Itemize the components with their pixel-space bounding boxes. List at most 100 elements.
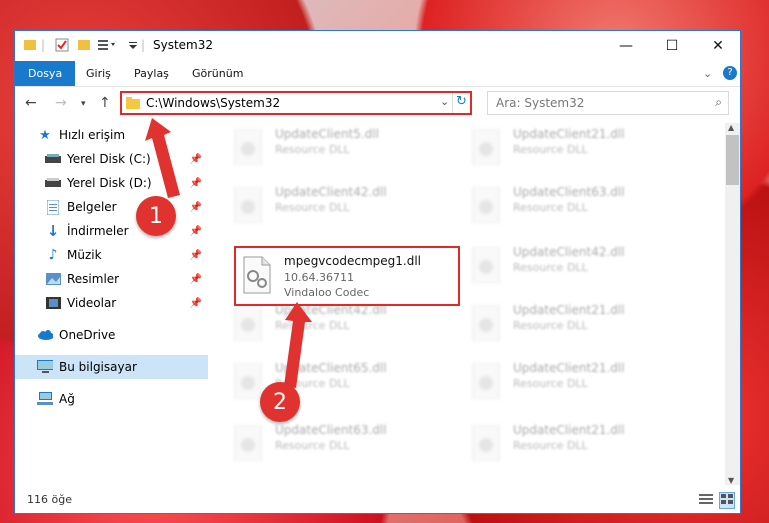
vertical-scrollbar[interactable]: ▲ ▼	[725, 123, 740, 485]
sidebar-item-quick-access[interactable]: ★ Hızlı erişim	[15, 123, 208, 147]
dll-file-icon	[242, 256, 272, 297]
recent-locations-icon[interactable]: ▾	[81, 99, 86, 109]
dll-file-icon	[471, 304, 501, 342]
pin-icon[interactable]: 📌	[190, 202, 202, 213]
help-icon[interactable]: ?	[723, 66, 737, 80]
dll-file-icon	[233, 186, 263, 224]
file-name: mpegvcodecmpeg1.dll	[284, 254, 421, 268]
computer-icon	[37, 359, 53, 375]
address-path: C:\Windows\System32	[146, 96, 281, 110]
item-count: 116 öğe	[27, 493, 72, 506]
scrollbar-thumb[interactable]	[726, 135, 739, 185]
list-item[interactable]: UpdateClient21.dll Resource DLL	[463, 419, 683, 469]
list-item[interactable]: UpdateClient21.dll Resource DLL	[463, 299, 683, 349]
close-button[interactable]: ✕	[695, 31, 741, 61]
tab-share[interactable]: Paylaş	[134, 61, 169, 86]
pictures-icon	[45, 271, 61, 287]
drive-icon	[45, 151, 61, 167]
quick-access-menu-icon[interactable]	[97, 38, 119, 54]
dll-file-icon	[471, 128, 501, 166]
list-item[interactable]: UpdateClient21.dll Resource DLL	[463, 123, 683, 173]
pin-icon[interactable]: 📌	[190, 298, 202, 309]
step-badge-1: 1	[136, 196, 176, 236]
selected-file-item[interactable]: mpegvcodecmpeg1.dll 10.64.36711 Vindaloo…	[234, 246, 460, 306]
folder-icon	[23, 38, 37, 54]
ribbon-tabs: Dosya Giriş Paylaş Görünüm ⌄ ?	[15, 61, 740, 87]
back-arrow-icon[interactable]: ←	[25, 95, 37, 111]
list-item[interactable]: UpdateClient21.dll Resource DLL	[463, 357, 683, 407]
sidebar-item-onedrive[interactable]: OneDrive	[15, 323, 208, 347]
explorer-window: | | System32 — ☐ ✕ Dosya Giriş Paylaş Gö…	[14, 30, 741, 514]
pin-icon[interactable]: 📌	[190, 154, 202, 165]
separator: |	[141, 38, 146, 52]
sidebar-item-local-disk-d[interactable]: Yerel Disk (D:) 📌	[15, 171, 208, 195]
title-bar: | | System32 — ☐ ✕	[15, 31, 740, 61]
dll-file-icon	[233, 304, 263, 342]
sidebar-item-downloads[interactable]: ↓ İndirmeler 📌	[15, 219, 208, 243]
sidebar-item-videos[interactable]: Videolar 📌	[15, 291, 208, 315]
sidebar-item-this-pc[interactable]: Bu bilgisayar	[15, 355, 208, 379]
sidebar-item-local-disk-c[interactable]: Yerel Disk (C:) 📌	[15, 147, 208, 171]
cloud-icon	[37, 327, 53, 343]
tab-file[interactable]: Dosya	[15, 61, 76, 86]
dll-file-icon	[471, 246, 501, 284]
navigation-bar: ← → ▾ ↑ C:\Windows\System32 ⌄ ↻ Ara: Sys…	[15, 87, 740, 120]
window-title: System32	[153, 38, 214, 52]
tab-view[interactable]: Görünüm	[192, 61, 243, 86]
star-icon: ★	[39, 127, 51, 143]
tab-home[interactable]: Giriş	[86, 61, 111, 86]
navigation-pane: ★ Hızlı erişim Yerel Disk (C:) 📌 Yerel D…	[15, 123, 208, 485]
forward-arrow-icon[interactable]: →	[55, 95, 67, 111]
dll-file-icon	[471, 424, 501, 462]
file-description: Vindaloo Codec	[284, 286, 370, 299]
network-icon	[37, 391, 53, 407]
address-dropdown-icon[interactable]: ⌄	[440, 95, 449, 108]
new-folder-icon[interactable]	[77, 38, 91, 54]
dll-file-icon	[471, 362, 501, 400]
sidebar-item-music[interactable]: ♪ Müzik 📌	[15, 243, 208, 267]
pin-icon[interactable]: 📌	[190, 178, 202, 189]
folder-icon	[126, 97, 140, 113]
pin-icon[interactable]: 📌	[190, 250, 202, 261]
list-item[interactable]: UpdateClient5.dll Resource DLL	[225, 123, 445, 173]
separator: |	[41, 38, 46, 52]
video-icon	[45, 295, 61, 311]
document-icon	[45, 199, 61, 215]
ribbon-expand-icon[interactable]: ⌄	[703, 67, 712, 80]
refresh-icon[interactable]: ↻	[456, 94, 467, 109]
sidebar-item-pictures[interactable]: Resimler 📌	[15, 267, 208, 291]
dll-file-icon	[471, 186, 501, 224]
list-item[interactable]: UpdateClient65.dll Resource DLL	[225, 357, 445, 407]
dll-file-icon	[233, 362, 263, 400]
pin-icon[interactable]: 📌	[190, 274, 202, 285]
download-icon: ↓	[46, 222, 60, 240]
list-item[interactable]: UpdateClient63.dll Resource DLL	[225, 419, 445, 469]
list-item[interactable]: UpdateClient42.dll Resource DLL	[463, 241, 683, 291]
search-placeholder: Ara: System32	[496, 96, 585, 110]
properties-icon[interactable]	[55, 38, 69, 54]
search-input[interactable]: Ara: System32 ⌕	[487, 91, 729, 115]
sidebar-item-documents[interactable]: Belgeler 📌	[15, 195, 208, 219]
scroll-down-icon[interactable]: ▼	[728, 476, 734, 485]
address-bar[interactable]: C:\Windows\System32 ⌄ ↻	[120, 91, 472, 115]
list-item[interactable]: UpdateClient42.dll Resource DLL	[225, 181, 445, 231]
pin-icon[interactable]: 📌	[190, 226, 202, 237]
customize-toolbar-icon[interactable]	[127, 38, 139, 54]
step-badge-2: 2	[260, 382, 300, 422]
details-view-icon[interactable]	[699, 493, 713, 508]
dll-file-icon	[233, 424, 263, 462]
status-bar: 116 öğe	[15, 487, 740, 513]
music-icon: ♪	[48, 247, 58, 263]
search-icon[interactable]: ⌕	[715, 95, 722, 110]
up-arrow-icon[interactable]: ↑	[99, 95, 111, 111]
list-item[interactable]: UpdateClient63.dll Resource DLL	[463, 181, 683, 231]
scroll-up-icon[interactable]: ▲	[728, 123, 734, 132]
list-item[interactable]: UpdateClient42.dll Resource DLL	[225, 299, 445, 349]
file-version: 10.64.36711	[284, 271, 354, 284]
drive-icon	[45, 175, 61, 191]
dll-file-icon	[233, 128, 263, 166]
large-icons-view-icon[interactable]	[719, 492, 735, 509]
sidebar-item-network[interactable]: Ağ	[15, 387, 208, 411]
maximize-button[interactable]: ☐	[649, 31, 695, 61]
minimize-button[interactable]: —	[603, 31, 649, 61]
